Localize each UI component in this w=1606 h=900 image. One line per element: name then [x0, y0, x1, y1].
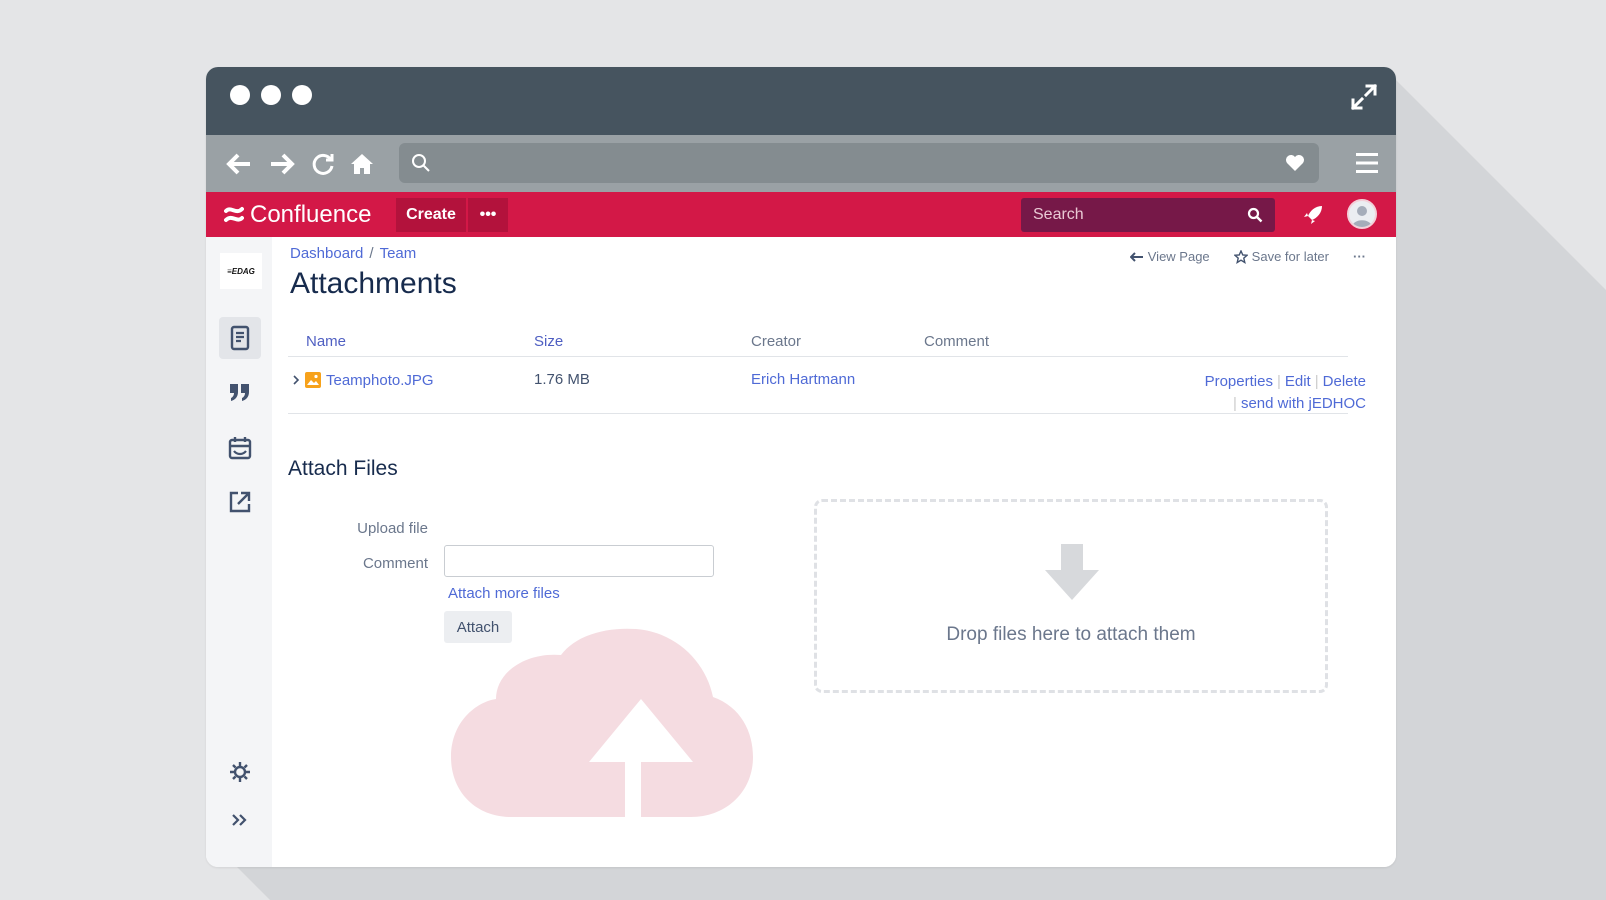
- sidebar-expand-button[interactable]: [219, 799, 261, 841]
- window-maximize-dot[interactable]: [292, 85, 312, 105]
- confluence-logo[interactable]: Confluence: [224, 200, 371, 230]
- table-header-divider: [288, 356, 1348, 357]
- window-close-dot[interactable]: [230, 85, 250, 105]
- down-arrow-icon: [1045, 544, 1099, 600]
- home-icon[interactable]: [349, 151, 375, 177]
- calendar-icon: [228, 437, 252, 460]
- column-header-comment: Comment: [924, 333, 990, 350]
- expand-chevron-icon[interactable]: [290, 373, 302, 387]
- save-for-later-link[interactable]: Save for later: [1233, 249, 1329, 264]
- breadcrumb-separator: /: [369, 245, 374, 262]
- heart-icon[interactable]: [1285, 154, 1305, 172]
- page-content: Dashboard / Team Attachments View Page Sav…: [272, 237, 1396, 867]
- cloud-upload-icon: [451, 628, 753, 817]
- confluence-header: Confluence Create ••• Search: [206, 192, 1396, 237]
- column-header-creator: Creator: [751, 333, 802, 350]
- view-page-label: View Page: [1147, 249, 1210, 264]
- attachment-row-actions: Properties | Edit | Delete | send with jEDHOC: [1205, 371, 1366, 415]
- back-arrow-icon: [1129, 251, 1143, 262]
- space-sidebar: ≡EDAG: [206, 237, 272, 867]
- confluence-search-input[interactable]: Search: [1021, 198, 1275, 232]
- sidebar-item-external-link[interactable]: [219, 481, 261, 523]
- page-title: Attachments: [290, 267, 457, 300]
- confluence-logo-text: Confluence: [250, 201, 372, 228]
- sidebar-item-blog[interactable]: [219, 371, 261, 413]
- breadcrumb-dashboard[interactable]: Dashboard: [290, 245, 363, 262]
- pages-icon: [230, 325, 250, 351]
- search-icon: [1247, 207, 1263, 223]
- star-icon: [1233, 249, 1248, 264]
- fullscreen-icon[interactable]: [1350, 83, 1378, 111]
- table-row-divider: [288, 413, 1348, 414]
- column-header-name[interactable]: Name: [306, 333, 346, 350]
- image-file-icon: [305, 372, 321, 388]
- space-logo[interactable]: ≡EDAG: [220, 253, 262, 289]
- attachment-size: 1.76 MB: [534, 371, 590, 388]
- action-separator: |: [1276, 373, 1281, 390]
- delete-link[interactable]: Delete: [1323, 373, 1366, 390]
- browser-window: Confluence Create ••• Search ≡EDAG Dashb…: [206, 67, 1396, 867]
- address-bar[interactable]: [399, 143, 1319, 183]
- comment-field[interactable]: [444, 545, 714, 577]
- file-drop-zone[interactable]: Drop files here to attach them: [814, 499, 1328, 693]
- hamburger-menu-icon[interactable]: [1354, 151, 1380, 175]
- browser-navbar: [206, 135, 1396, 192]
- confluence-logo-icon: [224, 207, 244, 222]
- blog-quote-icon: [230, 384, 249, 401]
- attach-files-heading: Attach Files: [288, 457, 398, 480]
- attachment-creator-link[interactable]: Erich Hartmann: [751, 371, 855, 388]
- sidebar-item-pages[interactable]: [219, 317, 261, 359]
- attachment-file-link[interactable]: Teamphoto.JPG: [290, 371, 434, 389]
- settings-icon: [230, 762, 250, 782]
- window-minimize-dot[interactable]: [261, 85, 281, 105]
- breadcrumb: Dashboard / Team: [290, 245, 416, 262]
- send-with-jedhoc-link[interactable]: send with jEDHOC: [1241, 395, 1366, 412]
- view-page-link[interactable]: View Page: [1129, 249, 1210, 264]
- properties-link[interactable]: Properties: [1205, 373, 1273, 390]
- window-titlebar: [206, 67, 1396, 135]
- user-avatar[interactable]: [1347, 199, 1377, 229]
- forward-arrow-icon[interactable]: [269, 151, 295, 177]
- column-header-size[interactable]: Size: [534, 333, 563, 350]
- sidebar-settings-button[interactable]: [219, 751, 261, 793]
- breadcrumb-team[interactable]: Team: [380, 245, 417, 262]
- user-icon: [1352, 206, 1372, 227]
- action-separator: |: [1233, 395, 1237, 412]
- external-link-icon: [229, 491, 251, 513]
- comment-label: Comment: [362, 555, 428, 572]
- create-button[interactable]: Create: [396, 198, 466, 232]
- search-icon: [412, 154, 430, 172]
- page-actions: View Page Save for later ···: [1106, 249, 1366, 264]
- search-placeholder: Search: [1033, 206, 1084, 223]
- rocket-notification-icon[interactable]: [1302, 204, 1324, 226]
- reload-icon[interactable]: [310, 151, 336, 177]
- edit-link[interactable]: Edit: [1285, 373, 1311, 390]
- back-arrow-icon[interactable]: [226, 151, 252, 177]
- drop-zone-text: Drop files here to attach them: [946, 624, 1196, 645]
- action-separator: |: [1314, 373, 1319, 390]
- attachment-file-name: Teamphoto.JPG: [326, 371, 434, 389]
- create-more-button[interactable]: •••: [468, 198, 508, 232]
- upload-file-label: Upload file: [357, 520, 428, 537]
- attach-more-files-link[interactable]: Attach more files: [448, 585, 560, 602]
- expand-sidebar-icon: [232, 814, 247, 826]
- save-for-later-label: Save for later: [1251, 249, 1329, 264]
- sidebar-item-calendar[interactable]: [219, 427, 261, 469]
- page-more-actions-button[interactable]: ···: [1353, 249, 1366, 264]
